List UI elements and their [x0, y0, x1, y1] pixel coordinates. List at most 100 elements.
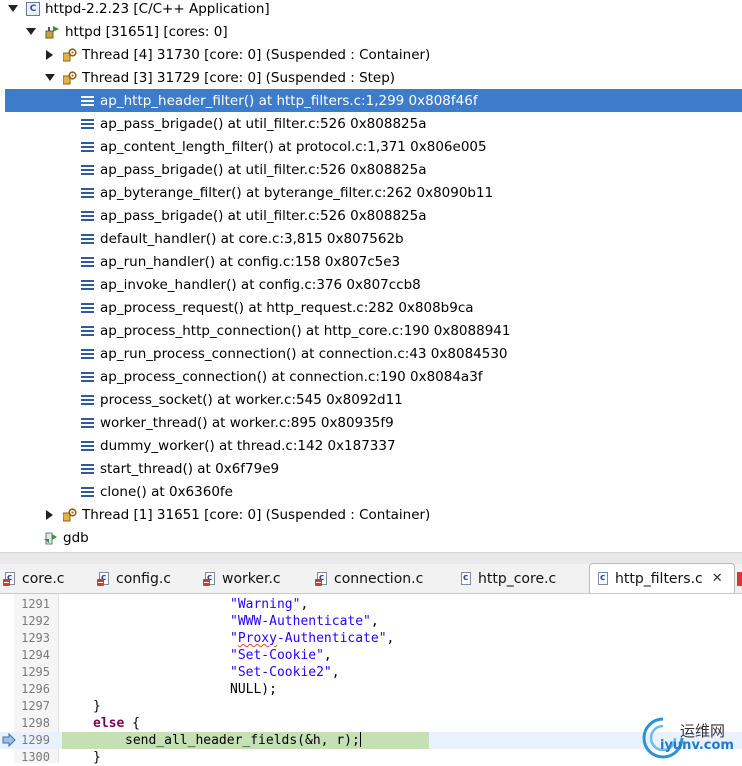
- stack-frame-row[interactable]: default_handler() at core.c:3,815 0x8075…: [0, 227, 742, 250]
- stack-frame-label: ap_http_header_filter() at http_filters.…: [100, 92, 478, 109]
- c-file-error-icon: c: [203, 571, 217, 586]
- tree-row-thread-4[interactable]: Thread [4] 31730 [core: 0] (Suspended : …: [0, 43, 742, 66]
- c-file-error-icon: c: [315, 571, 329, 586]
- c-application-icon: C: [26, 1, 40, 16]
- stack-frame-label: ap_run_process_connection() at connectio…: [100, 345, 508, 362]
- stack-frame-row[interactable]: process_socket() at worker.c:545 0x8092d…: [0, 388, 742, 411]
- stack-frame-row[interactable]: ap_pass_brigade() at util_filter.c:526 0…: [0, 158, 742, 181]
- code-line: 1298 else {: [0, 715, 742, 732]
- stack-frame-icon: [81, 394, 94, 406]
- stack-frame-label: ap_content_length_filter() at protocol.c…: [100, 138, 487, 155]
- code-line: 1294 "Set-Cookie",: [0, 647, 742, 664]
- thread-label: Thread [4] 31730 [core: 0] (Suspended : …: [82, 46, 431, 63]
- stack-frame-row[interactable]: ap_invoke_handler() at config.c:376 0x80…: [0, 273, 742, 296]
- c-file-icon: c: [596, 571, 610, 586]
- debug-view-tree: C httpd-2.2.23 [C/C++ Application] httpd…: [0, 0, 742, 552]
- stack-frame-label: ap_process_request() at http_request.c:2…: [100, 299, 474, 316]
- c-file-error-icon: [737, 572, 742, 586]
- process-icon: [44, 25, 60, 39]
- stack-frame-icon: [81, 141, 94, 153]
- collapse-arrow-icon[interactable]: [25, 26, 36, 37]
- tab-label: http_filters.c: [615, 570, 703, 587]
- editor-tab-bar: c core.c c config.c c worker.c c connect…: [0, 563, 742, 594]
- stack-frame-row[interactable]: ap_process_connection() at connection.c:…: [0, 365, 742, 388]
- code-line: 1291 "Warning",: [0, 596, 742, 613]
- line-number: 1297: [21, 699, 50, 713]
- process-label: httpd [31651] [cores: 0]: [65, 23, 228, 40]
- stack-frame-icon: [81, 463, 94, 475]
- tab-config-c[interactable]: c config.c: [97, 564, 171, 593]
- line-number: 1291: [21, 597, 50, 611]
- code-editor[interactable]: 1291 "Warning", 1292 "WWW-Authenticate",…: [0, 594, 742, 766]
- stack-frame-label: dummy_worker() at thread.c:142 0x187337: [100, 437, 396, 454]
- tree-row-application[interactable]: C httpd-2.2.23 [C/C++ Application]: [0, 0, 742, 20]
- string-literal: ": [230, 631, 238, 646]
- tree-row-gdb[interactable]: gdb: [0, 526, 742, 549]
- stack-frame-icon: [81, 440, 94, 452]
- tree-row-process[interactable]: httpd [31651] [cores: 0]: [0, 20, 742, 43]
- spelling-marker: Proxy: [237, 631, 277, 646]
- line-number: 1294: [21, 648, 50, 662]
- tab-label: config.c: [116, 570, 171, 587]
- tree-row-thread-3[interactable]: Thread [3] 31729 [core: 0] (Suspended : …: [0, 66, 742, 89]
- tab-http-core-c[interactable]: c http_core.c: [459, 564, 556, 593]
- stack-frame-row[interactable]: dummy_worker() at thread.c:142 0x187337: [0, 434, 742, 457]
- text-caret: [359, 732, 361, 747]
- gdb-icon: [44, 531, 58, 545]
- stack-frame-icon: [81, 95, 94, 107]
- stack-frame-label: clone() at 0x6360fe: [100, 483, 233, 500]
- application-label: httpd-2.2.23 [C/C++ Application]: [45, 0, 270, 17]
- stack-frame-row[interactable]: ap_content_length_filter() at protocol.c…: [0, 135, 742, 158]
- line-number: 1299: [21, 733, 50, 747]
- stack-frame-row[interactable]: ap_http_header_filter() at http_filters.…: [5, 89, 742, 112]
- code-line: 1295 "Set-Cookie2",: [0, 664, 742, 681]
- stack-frame-label: process_socket() at worker.c:545 0x8092d…: [100, 391, 403, 408]
- string-literal: "WWW-Authenticate": [230, 614, 371, 629]
- code-line: 1292 "WWW-Authenticate",: [0, 613, 742, 630]
- stack-frame-row[interactable]: start_thread() at 0x6f79e9: [0, 457, 742, 480]
- stack-frame-icon: [81, 371, 94, 383]
- string-literal: "Set-Cookie": [230, 648, 324, 663]
- line-number: 1296: [21, 682, 50, 696]
- tab-label: worker.c: [222, 570, 281, 587]
- stack-frame-row[interactable]: ap_run_handler() at config.c:158 0x807c5…: [0, 250, 742, 273]
- stack-frame-row[interactable]: ap_pass_brigade() at util_filter.c:526 0…: [0, 112, 742, 135]
- watermark-url-text: iyunv.com: [660, 738, 734, 753]
- stack-frame-label: ap_pass_brigade() at util_filter.c:526 0…: [100, 115, 427, 132]
- collapse-arrow-icon[interactable]: [44, 72, 55, 83]
- expand-arrow-icon[interactable]: [44, 509, 55, 520]
- expand-arrow-icon[interactable]: [44, 49, 55, 60]
- code-line: 1300 }: [0, 749, 742, 766]
- stack-frame-row[interactable]: ap_byterange_filter() at byterange_filte…: [0, 181, 742, 204]
- stack-frame-icon: [81, 256, 94, 268]
- stack-frame-row[interactable]: ap_process_http_connection() at http_cor…: [0, 319, 742, 342]
- close-tab-icon[interactable]: ✕: [712, 571, 723, 586]
- code-line: 1297 }: [0, 698, 742, 715]
- stack-frame-icon: [81, 348, 94, 360]
- stack-frame-row[interactable]: ap_process_request() at http_request.c:2…: [0, 296, 742, 319]
- tab-http-filters-c[interactable]: c http_filters.c ✕: [589, 563, 735, 593]
- c-file-icon: c: [459, 571, 473, 586]
- stack-frame-label: ap_process_http_connection() at http_cor…: [100, 322, 511, 339]
- stack-frame-row[interactable]: ap_run_process_connection() at connectio…: [0, 342, 742, 365]
- collapse-arrow-icon[interactable]: [7, 3, 18, 14]
- keyword: else: [93, 716, 125, 731]
- tab-worker-c[interactable]: c worker.c: [203, 564, 281, 593]
- string-literal: "Set-Cookie2": [230, 665, 332, 680]
- stack-frame-icon: [81, 417, 94, 429]
- gdb-label: gdb: [63, 529, 89, 546]
- tab-core-c[interactable]: c core.c: [3, 564, 64, 593]
- stack-frame-row[interactable]: worker_thread() at worker.c:895 0x80935f…: [0, 411, 742, 434]
- tab-label: http_core.c: [478, 570, 557, 587]
- stack-frame-icon: [81, 118, 94, 130]
- tree-row-thread-1[interactable]: Thread [1] 31651 [core: 0] (Suspended : …: [0, 503, 742, 526]
- suspended-thread-icon: [62, 47, 77, 62]
- stack-frame-row[interactable]: ap_pass_brigade() at util_filter.c:526 0…: [0, 204, 742, 227]
- line-number: 1292: [21, 614, 50, 628]
- stack-frame-label: ap_run_handler() at config.c:158 0x807c5…: [100, 253, 401, 270]
- thread-label: Thread [1] 31651 [core: 0] (Suspended : …: [82, 506, 431, 523]
- stack-frame-row[interactable]: clone() at 0x6360fe: [0, 480, 742, 503]
- code-line: 1293 "Proxy-Authenticate",: [0, 630, 742, 647]
- tab-connection-c[interactable]: c connection.c: [315, 564, 423, 593]
- line-number: 1293: [21, 631, 50, 645]
